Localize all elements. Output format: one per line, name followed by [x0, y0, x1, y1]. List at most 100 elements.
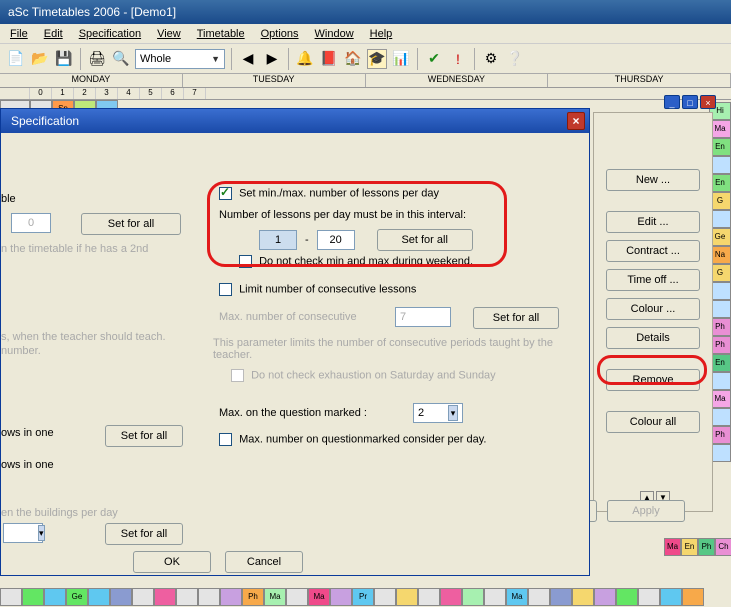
hat-icon[interactable]: 🎓	[367, 49, 387, 69]
arrow-left-icon[interactable]: ◀	[238, 49, 258, 69]
bell-icon[interactable]: 🔔	[295, 49, 315, 69]
warn-icon[interactable]: !	[448, 49, 468, 69]
buildings-select[interactable]: ▾	[3, 523, 43, 543]
grid-cell[interactable]	[286, 588, 308, 606]
grid-cell[interactable]	[132, 588, 154, 606]
qm-label: Max. on the question marked :	[219, 407, 367, 419]
check-icon[interactable]: ✔	[424, 49, 444, 69]
grid-cell[interactable]	[550, 588, 572, 606]
grid-cell[interactable]	[594, 588, 616, 606]
qm-select[interactable]: 2 ▾	[413, 403, 463, 423]
grid-cell[interactable]	[418, 588, 440, 606]
grid-cell[interactable]	[638, 588, 660, 606]
satsun-label: Do not check exhaustion on Saturday and …	[251, 369, 496, 381]
grid-cell[interactable]	[220, 588, 242, 606]
preview-icon[interactable]: 🔍	[111, 49, 131, 69]
arrow-right-icon[interactable]: ▶	[262, 49, 282, 69]
grid-cell[interactable]	[374, 588, 396, 606]
label-partial: ows in one	[1, 459, 54, 471]
new-icon[interactable]: 📄	[6, 49, 26, 69]
satsun-row: Do not check exhaustion on Saturday and …	[231, 369, 496, 382]
grid-cell[interactable]: Ch	[715, 538, 731, 556]
consec-checkbox[interactable]	[219, 283, 232, 296]
grid-cell[interactable]	[88, 588, 110, 606]
new-button[interactable]: New ...	[606, 169, 700, 191]
setforall-button[interactable]: Set for all	[377, 229, 473, 251]
colour-button[interactable]: Colour ...	[606, 298, 700, 320]
grid-cell[interactable]	[528, 588, 550, 606]
minmax-checkbox[interactable]	[219, 187, 232, 200]
edit-button[interactable]: Edit ...	[606, 211, 700, 233]
contract-button[interactable]: Contract ...	[606, 240, 700, 262]
grid-cell[interactable]	[616, 588, 638, 606]
qm-checkbox[interactable]	[219, 433, 232, 446]
grid-cell[interactable]	[396, 588, 418, 606]
grid-cell[interactable]	[198, 588, 220, 606]
ok-button[interactable]: OK	[133, 551, 211, 573]
menubar: File Edit Specification View Timetable O…	[0, 24, 731, 44]
grid-cell[interactable]: Ma	[664, 538, 681, 556]
min-input[interactable]: 1	[259, 230, 297, 250]
menu-timetable[interactable]: Timetable	[197, 28, 245, 40]
menu-file[interactable]: File	[10, 28, 28, 40]
grid-cell[interactable]: Ph	[242, 588, 264, 606]
grid-cell[interactable]	[660, 588, 682, 606]
dialog-title-text: Specification	[11, 114, 79, 128]
grid-cell[interactable]	[440, 588, 462, 606]
open-icon[interactable]: 📂	[30, 49, 50, 69]
colourall-button[interactable]: Colour all	[606, 411, 700, 433]
grid-cell[interactable]	[22, 588, 44, 606]
menu-specification[interactable]: Specification	[79, 28, 141, 40]
setforall-button[interactable]: Set for all	[473, 307, 559, 329]
menu-edit[interactable]: Edit	[44, 28, 63, 40]
details-button[interactable]: Details	[606, 327, 700, 349]
timeoff-button[interactable]: Time off ...	[606, 269, 700, 291]
interval-label: Number of lessons per day must be in thi…	[219, 209, 466, 221]
save-icon[interactable]: 💾	[54, 49, 74, 69]
grid-cell[interactable]	[154, 588, 176, 606]
grid-cell[interactable]	[462, 588, 484, 606]
cancel-button[interactable]: Cancel	[225, 551, 303, 573]
day-mon: MONDAY	[0, 74, 183, 87]
max-input[interactable]: 20	[317, 230, 355, 250]
chart-icon[interactable]: 📊	[391, 49, 411, 69]
grid-cell[interactable]	[682, 588, 704, 606]
setforall-button[interactable]: Set for all	[105, 425, 183, 447]
close-icon[interactable]: ×	[700, 95, 716, 109]
menu-window[interactable]: Window	[315, 28, 354, 40]
maximize-icon[interactable]: □	[682, 95, 698, 109]
grid-cell[interactable]: Ge	[66, 588, 88, 606]
house-icon[interactable]: 🏠	[343, 49, 363, 69]
grid-cell[interactable]: Ma	[506, 588, 528, 606]
grid-cell[interactable]	[572, 588, 594, 606]
grid-cell[interactable]	[0, 588, 22, 606]
grid-cell[interactable]	[484, 588, 506, 606]
menu-options[interactable]: Options	[261, 28, 299, 40]
book-icon[interactable]: 📕	[319, 49, 339, 69]
grid-cell[interactable]: Ma	[308, 588, 330, 606]
setforall-button[interactable]: Set for all	[105, 523, 183, 545]
grid-cell[interactable]: En	[681, 538, 698, 556]
grid-cell[interactable]	[44, 588, 66, 606]
grid-cell[interactable]: Pr	[352, 588, 374, 606]
help-icon[interactable]: ❔	[505, 49, 525, 69]
grid-cell[interactable]	[330, 588, 352, 606]
grid-cell[interactable]	[110, 588, 132, 606]
period-num: 0	[30, 88, 52, 99]
days-header: MONDAY TUESDAY WEDNESDAY THURSDAY	[0, 74, 731, 88]
menu-view[interactable]: View	[157, 28, 181, 40]
day-tue: TUESDAY	[183, 74, 366, 87]
gear-icon[interactable]: ⚙	[481, 49, 501, 69]
print-icon[interactable]: 🖨	[87, 49, 107, 69]
day-wed: WEDNESDAY	[366, 74, 549, 87]
grid-cell[interactable]: Ma	[264, 588, 286, 606]
grid-cell[interactable]	[176, 588, 198, 606]
remove-button[interactable]: Remove	[606, 369, 700, 391]
minimize-icon[interactable]: _	[664, 95, 680, 109]
close-icon[interactable]: ×	[567, 112, 585, 130]
weekend-checkbox[interactable]	[239, 255, 252, 268]
menu-help[interactable]: Help	[370, 28, 393, 40]
scope-combo[interactable]: Whole ▼	[135, 49, 225, 69]
grid-cell[interactable]: Ph	[698, 538, 715, 556]
setforall-button[interactable]: Set for all	[81, 213, 181, 235]
